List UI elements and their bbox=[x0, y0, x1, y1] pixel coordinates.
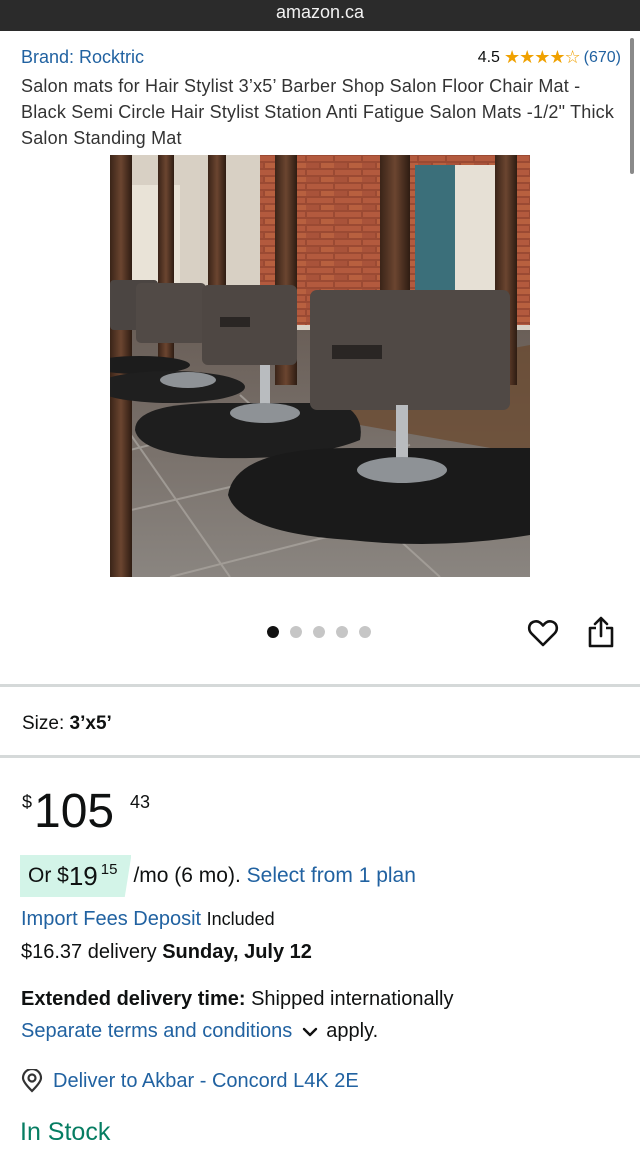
installment-term: /mo (6 mo). bbox=[133, 864, 241, 887]
deliver-to-location[interactable]: Deliver to Akbar - Concord L4K 2E bbox=[21, 1069, 359, 1093]
product-title: Salon mats for Hair Stylist 3’x5’ Barber… bbox=[21, 76, 615, 148]
chevron-down-icon[interactable] bbox=[302, 1024, 318, 1040]
stock-status: In Stock bbox=[20, 1118, 111, 1146]
size-value: 3’x5’ bbox=[69, 713, 112, 734]
heart-icon[interactable] bbox=[527, 617, 559, 649]
carousel-dot[interactable] bbox=[290, 626, 302, 638]
image-carousel-dots[interactable] bbox=[267, 626, 371, 638]
import-fees-link[interactable]: Import Fees Deposit bbox=[21, 908, 201, 930]
product-image[interactable] bbox=[110, 155, 530, 577]
location-pin-icon bbox=[21, 1069, 43, 1093]
brand-rating-row: Brand: Rocktric 4.5 ★★★★☆ (670) bbox=[21, 47, 621, 71]
share-icon[interactable] bbox=[587, 615, 615, 649]
size-label: Size: bbox=[22, 713, 65, 734]
deliver-to-link[interactable]: Deliver to Akbar - Concord L4K 2E bbox=[53, 1070, 359, 1093]
installment-whole: 19 bbox=[68, 860, 98, 891]
url-domain: amazon.ca bbox=[275, 2, 365, 22]
delivery-cost: $16.37 delivery bbox=[21, 941, 157, 963]
installment-prefix: Or $ bbox=[28, 864, 69, 887]
scrollbar[interactable] bbox=[630, 38, 634, 174]
extended-delivery-text: Shipped internationally bbox=[251, 988, 454, 1010]
review-count-link[interactable]: (670) bbox=[584, 49, 621, 67]
installment-offer: Or $ 19 15 /mo (6 mo). Select from 1 pla… bbox=[20, 855, 416, 897]
installment-badge: Or $ 19 15 bbox=[20, 855, 132, 897]
extended-delivery-label: Extended delivery time: bbox=[21, 988, 246, 1010]
carousel-dot[interactable] bbox=[359, 626, 371, 638]
select-plan-link[interactable]: Select from 1 plan bbox=[247, 864, 416, 888]
price-fraction: 43 bbox=[130, 792, 151, 812]
divider bbox=[0, 755, 640, 758]
installment-fraction: 15 bbox=[100, 860, 118, 878]
import-fees: Import Fees Deposit Included bbox=[21, 908, 275, 931]
carousel-dot-active[interactable] bbox=[267, 626, 279, 638]
terms-suffix: apply. bbox=[326, 1020, 379, 1042]
brand-link[interactable]: Brand: Rocktric bbox=[21, 47, 144, 68]
extended-delivery: Extended delivery time: Shipped internat… bbox=[21, 988, 453, 1011]
rating-summary[interactable]: 4.5 ★★★★☆ (670) bbox=[478, 47, 621, 68]
browser-url-bar[interactable]: amazon.ca bbox=[0, 0, 640, 31]
carousel-dot[interactable] bbox=[313, 626, 325, 638]
import-fees-status: Included bbox=[206, 909, 275, 929]
carousel-dot[interactable] bbox=[336, 626, 348, 638]
price-whole: 105 bbox=[34, 785, 115, 838]
delivery-date: Sunday, July 12 bbox=[162, 941, 312, 963]
product-photo bbox=[110, 155, 530, 577]
terms-row: Separate terms and conditions apply. bbox=[21, 1020, 378, 1043]
delivery-info: $16.37 delivery Sunday, July 12 bbox=[21, 941, 312, 964]
rating-value: 4.5 bbox=[477, 48, 500, 66]
star-rating-icon: ★★★★☆ bbox=[503, 47, 581, 67]
terms-link[interactable]: Separate terms and conditions bbox=[21, 1020, 292, 1043]
divider bbox=[0, 684, 640, 687]
size-selector[interactable]: Size: 3’x5’ bbox=[22, 713, 112, 735]
price-currency: $ bbox=[22, 792, 33, 812]
